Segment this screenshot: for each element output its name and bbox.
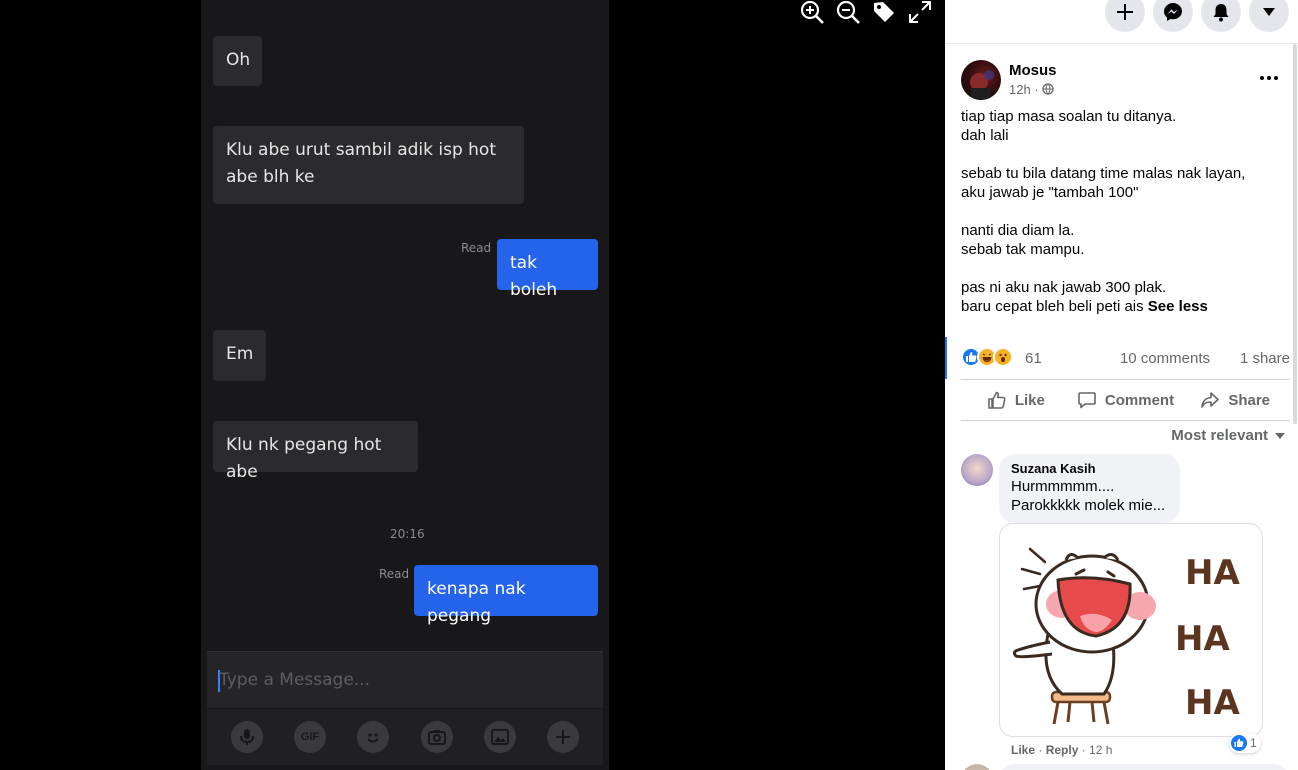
mic-icon[interactable] bbox=[230, 721, 263, 753]
commenter-avatar[interactable] bbox=[961, 454, 993, 486]
zoom-in-icon[interactable] bbox=[800, 0, 824, 24]
like-button[interactable]: Like bbox=[961, 381, 1071, 419]
post-paragraph-last: pas ni aku nak jawab 300 plak. baru cepa… bbox=[961, 278, 1286, 316]
gif-label: GIF bbox=[300, 731, 320, 743]
camera-icon[interactable] bbox=[420, 721, 453, 753]
laughing-bear-sticker-icon: HA HA HA bbox=[1012, 547, 1240, 725]
top-bar bbox=[945, 0, 1298, 44]
post-actions: Like Comment Share bbox=[961, 381, 1290, 419]
chat-timestamp: 20:16 bbox=[390, 527, 425, 541]
sort-label: Most relevant bbox=[1171, 427, 1268, 444]
more-options-icon[interactable] bbox=[1259, 68, 1279, 88]
comment-label: Comment bbox=[1104, 391, 1175, 409]
message-input-area[interactable] bbox=[207, 651, 603, 708]
image-icon[interactable] bbox=[483, 721, 516, 753]
reaction-icons[interactable] bbox=[961, 347, 1013, 369]
message-bubble-outgoing: kenapa nak pegang bbox=[414, 565, 598, 626]
zoom-out-icon[interactable] bbox=[836, 0, 860, 24]
message-bubble-incoming: Klu nk pegang hot abe bbox=[213, 421, 418, 482]
sticker-ha-text: HA bbox=[1185, 553, 1240, 593]
comment-sort-dropdown[interactable]: Most relevant bbox=[1171, 427, 1286, 444]
sticker-ha-text: HA bbox=[1175, 619, 1230, 659]
bell-icon bbox=[1213, 4, 1229, 22]
plus-icon[interactable] bbox=[547, 721, 580, 753]
post-paragraph: tiap tiap masa soalan tu ditanya. dah la… bbox=[961, 108, 1177, 144]
gif-button[interactable]: GIF bbox=[293, 721, 326, 753]
wow-reaction-icon bbox=[993, 347, 1013, 367]
sticker-ha-text: HA bbox=[1185, 683, 1240, 723]
share-count[interactable]: 1 share bbox=[1240, 350, 1290, 367]
author-name[interactable]: Mosus bbox=[1009, 62, 1057, 79]
haha-sticker[interactable]: HA HA HA bbox=[999, 523, 1263, 737]
divider bbox=[961, 379, 1290, 380]
message-bubble-outgoing: tak boleh bbox=[497, 239, 598, 300]
comment-button[interactable]: Comment bbox=[1071, 381, 1181, 419]
globe-icon bbox=[1042, 83, 1054, 95]
chat-toolbar: GIF bbox=[207, 709, 603, 765]
caret-down-icon bbox=[1275, 432, 1285, 439]
author-avatar[interactable] bbox=[961, 60, 1001, 100]
comment-meta: Like · Reply · 12 h bbox=[1011, 743, 1113, 757]
comment-bubble: Suzana Kasih Hurmmmmm.... Parokkkkk mole… bbox=[999, 454, 1180, 523]
message-bubble-incoming: Em bbox=[213, 330, 266, 381]
post-paragraph: nanti dia diam la. sebab tak mampu. bbox=[961, 222, 1085, 258]
focus-indicator bbox=[945, 337, 947, 379]
read-receipt: Read bbox=[461, 241, 492, 255]
comment-like-link[interactable]: Like bbox=[1011, 743, 1035, 757]
chat-screenshot: Oh Klu abe urut sambil adik isp hot abe … bbox=[201, 0, 609, 770]
screen: Oh Klu abe urut sambil adik isp hot abe … bbox=[0, 0, 1298, 770]
fullscreen-icon[interactable] bbox=[908, 0, 932, 24]
divider bbox=[961, 420, 1290, 421]
comment-icon bbox=[1078, 392, 1096, 409]
next-comment-bubble bbox=[999, 764, 1289, 770]
post-text: tiap tiap masa soalan tu ditanya. dah la… bbox=[961, 107, 1286, 316]
post-time[interactable]: 12h · bbox=[1009, 82, 1054, 97]
thumbs-up-icon bbox=[988, 391, 1006, 409]
comment-age[interactable]: 12 h bbox=[1089, 743, 1112, 757]
post-paragraph: pas ni aku nak jawab 300 plak. baru cepa… bbox=[961, 279, 1167, 315]
post-paragraph: sebab tu bila datang time malas nak laya… bbox=[961, 165, 1246, 201]
viewer-controls bbox=[800, 0, 932, 26]
post-panel: Mosus 12h · tiap tiap masa soalan tu dit… bbox=[945, 0, 1298, 770]
comment-reply-link[interactable]: Reply bbox=[1046, 743, 1079, 757]
next-commenter-avatar[interactable] bbox=[961, 764, 993, 770]
create-button[interactable] bbox=[1105, 0, 1145, 32]
account-button[interactable] bbox=[1249, 0, 1289, 32]
like-reaction-icon bbox=[1231, 735, 1247, 751]
see-less-link[interactable]: See less bbox=[1148, 298, 1208, 315]
like-label: Like bbox=[1014, 391, 1045, 409]
post-header: Mosus 12h · bbox=[961, 60, 1291, 100]
commenter-name[interactable]: Suzana Kasih bbox=[1011, 461, 1168, 477]
plus-icon bbox=[1117, 4, 1133, 20]
comment-count[interactable]: 10 comments bbox=[1120, 350, 1210, 367]
share-label: Share bbox=[1228, 391, 1271, 409]
notifications-button[interactable] bbox=[1201, 0, 1241, 32]
message-input[interactable] bbox=[219, 664, 589, 696]
share-icon bbox=[1201, 392, 1220, 408]
share-button[interactable]: Share bbox=[1180, 381, 1290, 419]
emoji-icon[interactable] bbox=[357, 721, 390, 753]
comment-text: Hurmmmmm.... bbox=[1011, 478, 1115, 495]
comment-like-count: 1 bbox=[1250, 736, 1257, 750]
tag-icon[interactable] bbox=[872, 0, 896, 24]
read-receipt: Read bbox=[379, 567, 410, 581]
message-bubble-incoming: Oh bbox=[213, 36, 262, 86]
reaction-count[interactable]: 61 bbox=[1025, 350, 1042, 367]
comment-reaction-badge[interactable]: 1 bbox=[1229, 733, 1261, 753]
scrollbar[interactable] bbox=[1293, 44, 1297, 424]
caret-down-icon bbox=[1263, 8, 1275, 16]
comment-text: Parokkkkk molek mie... bbox=[1011, 497, 1166, 514]
messenger-button[interactable] bbox=[1153, 0, 1193, 32]
messenger-icon bbox=[1164, 3, 1182, 21]
reactions-summary: 61 10 comments 1 share bbox=[961, 346, 1290, 370]
message-bubble-incoming: Klu abe urut sambil adik isp hot abe blh… bbox=[213, 126, 524, 204]
